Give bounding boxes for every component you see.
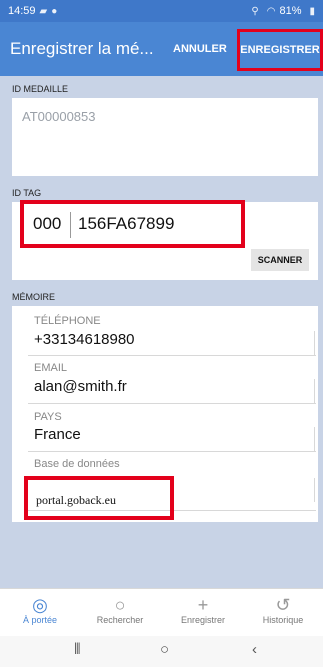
phone-field[interactable]: +33134618980: [34, 331, 135, 348]
status-right: ⚲ ◠ 81% ▮: [247, 5, 315, 17]
email-label: EMAIL: [34, 362, 68, 374]
email-underline: [28, 403, 316, 404]
nav-item-history[interactable]: ↺ Historique: [243, 595, 323, 625]
nav-item-search[interactable]: ○ Rechercher: [80, 595, 160, 625]
radar-icon: ◎: [32, 595, 48, 615]
status-bar: 14:59 ▰ ● ⚲ ◠ 81% ▮: [0, 0, 323, 22]
phone-edge: [314, 331, 315, 355]
country-field[interactable]: France: [34, 426, 81, 443]
plus-icon: +: [197, 595, 209, 615]
country-underline: [28, 451, 316, 452]
database-highlight-box: [24, 476, 174, 520]
wifi-icon: ◠: [266, 5, 276, 17]
nav-label-register: Enregistrer: [180, 615, 225, 625]
history-icon: ↺: [275, 595, 291, 615]
recent-apps-icon[interactable]: ⦀: [74, 641, 81, 658]
status-time: 14:59: [8, 5, 36, 17]
bottom-nav: ◎ À portée ○ Rechercher + Enregistrer ↺ …: [0, 588, 323, 636]
country-label: PAYS: [34, 411, 62, 423]
nav-item-nearby[interactable]: ◎ À portée: [0, 595, 80, 625]
system-nav-bar: ⦀ ○ ‹: [0, 636, 323, 667]
email-field[interactable]: alan@smith.fr: [34, 378, 127, 395]
save-button[interactable]: ENREGISTRER: [237, 29, 323, 71]
nav-label-nearby: À portée: [22, 615, 58, 625]
database-edge: [314, 478, 315, 502]
battery-percent: 81%: [279, 5, 302, 17]
search-icon: ○: [114, 595, 126, 615]
phone-underline: [28, 355, 316, 356]
home-icon[interactable]: ○: [160, 641, 169, 658]
nav-label-search: Rechercher: [96, 615, 144, 625]
medal-value: AT00000853: [22, 109, 96, 124]
cancel-button[interactable]: ANNULER: [173, 22, 227, 76]
phone-label: TÉLÉPHONE: [34, 315, 101, 327]
database-label: Base de données: [34, 458, 120, 470]
nav-item-register[interactable]: + Enregistrer: [163, 595, 243, 625]
email-edge: [314, 379, 315, 403]
battery-icon: ▮: [309, 5, 315, 17]
app-bar: Enregistrer la mé... ANNULER ENREGISTRER: [0, 22, 323, 76]
message-icon: ▰: [39, 5, 48, 17]
page-title: Enregistrer la mé...: [10, 39, 154, 58]
back-icon[interactable]: ‹: [252, 641, 257, 658]
tag-highlight-box: [20, 200, 245, 248]
location-icon: ⚲: [251, 5, 259, 17]
medal-section-label: ID MEDAILLE: [12, 84, 69, 94]
nav-label-history: Historique: [262, 615, 304, 625]
country-edge: [314, 427, 315, 451]
tag-section-label: ID TAG: [12, 188, 42, 198]
notification-icon: ●: [51, 5, 58, 17]
memory-section-label: MÉMOIRE: [12, 292, 56, 302]
scan-button[interactable]: SCANNER: [251, 249, 309, 271]
